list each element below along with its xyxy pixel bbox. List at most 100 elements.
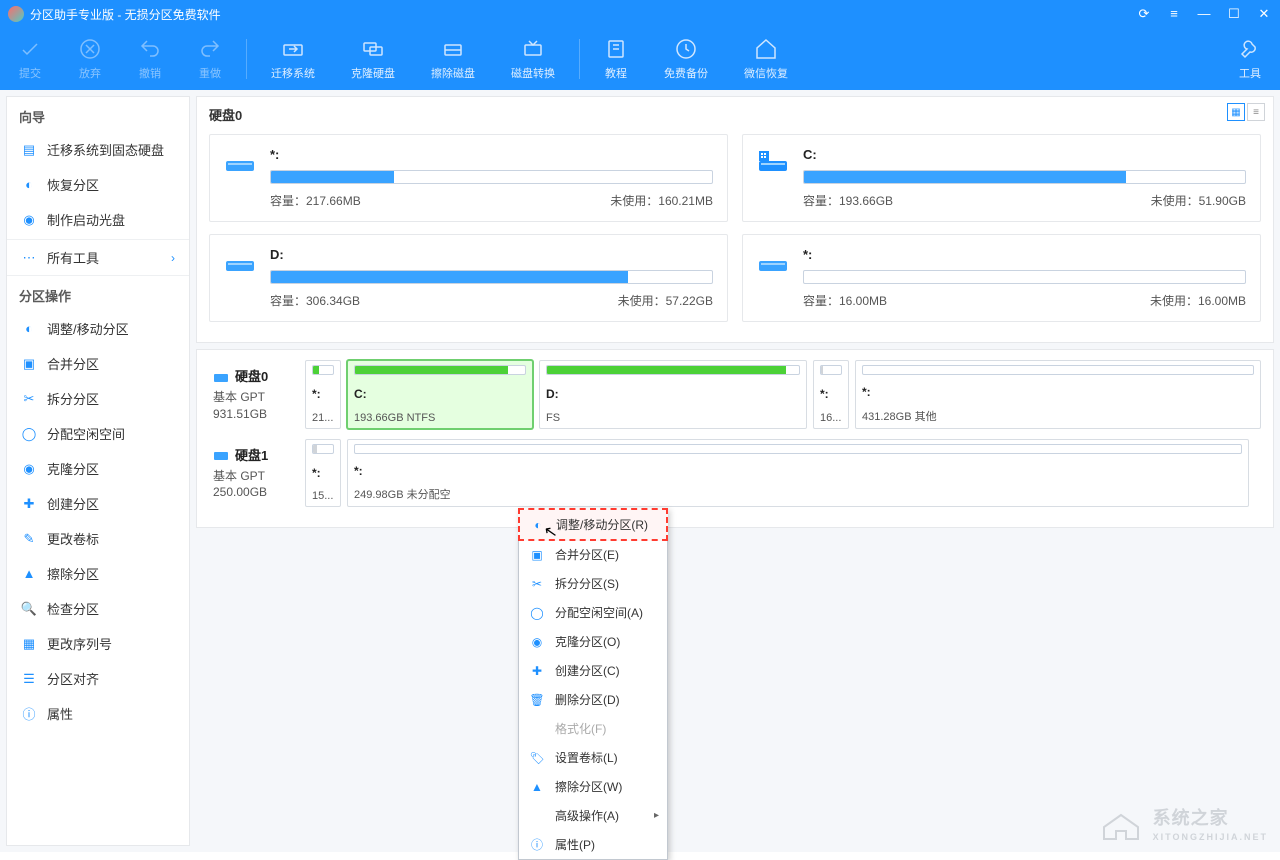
- op-item[interactable]: ☰分区对齐: [7, 661, 189, 696]
- partition-card[interactable]: *: 容量：16.00MB 未使用：16.00MB: [742, 234, 1261, 322]
- maximize-icon[interactable]: ☐: [1226, 6, 1242, 22]
- disk-cards-area: 硬盘0 ▦ ≡ *: 容量：217.66MB 未使用：160.21MB: [196, 96, 1274, 343]
- disk-info[interactable]: 硬盘0基本 GPT931.51GB: [209, 360, 299, 429]
- menu-item-icon: ◉: [529, 634, 545, 650]
- tools-button[interactable]: 工具: [1220, 28, 1280, 90]
- op-item[interactable]: ⓘ属性: [7, 696, 189, 731]
- unused-label: 未使用：160.21MB: [610, 192, 713, 209]
- partition-card[interactable]: *: 容量：217.66MB 未使用：160.21MB: [209, 134, 728, 222]
- op-icon: ☰: [21, 671, 37, 687]
- context-menu-item[interactable]: 高级操作(A)▸: [519, 801, 667, 830]
- context-menu-item[interactable]: 🗑删除分区(D): [519, 685, 667, 714]
- op-item[interactable]: ▦更改序列号: [7, 626, 189, 661]
- menu-item-icon: ✂: [529, 576, 545, 592]
- wizard-item[interactable]: ◐恢复分区: [7, 167, 189, 202]
- all-tools-item[interactable]: ⋯ 所有工具 ›: [7, 239, 189, 276]
- menu-item-icon: [529, 721, 545, 737]
- context-menu-item[interactable]: ◉克隆分区(O): [519, 627, 667, 656]
- partition-block[interactable]: *:16...: [813, 360, 849, 429]
- tutorial-button[interactable]: 教程: [586, 28, 646, 90]
- clone-icon: [361, 37, 385, 61]
- partition-block[interactable]: *:15...: [305, 439, 341, 508]
- partition-bar: [312, 444, 334, 454]
- op-item[interactable]: ✚创建分区: [7, 486, 189, 521]
- context-menu-item[interactable]: ◯分配空闲空间(A): [519, 598, 667, 627]
- list-view-icon[interactable]: ≡: [1247, 103, 1265, 121]
- usage-bar: [803, 270, 1246, 284]
- disk-row: 硬盘1基本 GPT250.00GB*:15...*:249.98GB 未分配空: [209, 439, 1261, 508]
- partition-block[interactable]: *:249.98GB 未分配空: [347, 439, 1249, 508]
- convert-disk-button[interactable]: 磁盘转换: [493, 28, 573, 90]
- title-bar: 分区助手专业版 - 无损分区免费软件 ⟳ ≡ — ☐ ✕: [0, 0, 1280, 28]
- wechat-recover-button[interactable]: 微信恢复: [726, 28, 806, 90]
- unused-label: 未使用：51.90GB: [1151, 192, 1246, 209]
- op-item[interactable]: ◐调整/移动分区: [7, 311, 189, 346]
- close-icon[interactable]: ✕: [1256, 6, 1272, 22]
- menu-item-icon: [529, 808, 545, 824]
- grid-view-icon[interactable]: ▦: [1227, 103, 1245, 121]
- capacity-label: 容量：306.34GB: [270, 292, 360, 309]
- context-menu-item[interactable]: 🏷设置卷标(L): [519, 743, 667, 772]
- partition-block[interactable]: *:431.28GB 其他: [855, 360, 1261, 429]
- op-icon: ✚: [21, 496, 37, 512]
- op-item[interactable]: ✂拆分分区: [7, 381, 189, 416]
- undo-button[interactable]: 撤销: [120, 28, 180, 90]
- watermark: 系统之家 XITONGZHIJIA.NET: [1101, 804, 1268, 842]
- toolbar-separator: [246, 39, 247, 79]
- op-item[interactable]: ✎更改卷标: [7, 521, 189, 556]
- disk-info[interactable]: 硬盘1基本 GPT250.00GB: [209, 439, 299, 508]
- op-item[interactable]: ▲擦除分区: [7, 556, 189, 591]
- op-item[interactable]: ◯分配空闲空间: [7, 416, 189, 451]
- partition-card[interactable]: D: 容量：306.34GB 未使用：57.22GB: [209, 234, 728, 322]
- usage-bar: [803, 170, 1246, 184]
- wizard-icon: ◐: [21, 177, 37, 193]
- op-icon: ◐: [21, 321, 37, 337]
- context-menu-item[interactable]: ✂拆分分区(S): [519, 569, 667, 598]
- disk-icon: [213, 446, 229, 462]
- context-menu-item: 格式化(F): [519, 714, 667, 743]
- context-menu-item[interactable]: ◐调整/移动分区(R): [518, 508, 668, 541]
- context-menu-item[interactable]: ▣合并分区(E): [519, 540, 667, 569]
- drive-icon: [757, 149, 789, 173]
- op-item[interactable]: ◉克隆分区: [7, 451, 189, 486]
- commit-button[interactable]: 提交: [0, 28, 60, 90]
- partition-bar: [312, 365, 334, 375]
- minimize-icon[interactable]: —: [1196, 6, 1212, 22]
- partition-block[interactable]: D:FS: [539, 360, 807, 429]
- check-icon: [18, 37, 42, 61]
- wizards-heading: 向导: [7, 97, 189, 132]
- wipe-disk-button[interactable]: 擦除磁盘: [413, 28, 493, 90]
- dots-icon: ⋯: [21, 250, 37, 266]
- context-menu-item[interactable]: ✚创建分区(C): [519, 656, 667, 685]
- wrench-icon: [1238, 37, 1262, 61]
- menu-icon[interactable]: ≡: [1166, 6, 1182, 22]
- capacity-label: 容量：16.00MB: [803, 292, 887, 309]
- backup-button[interactable]: 免费备份: [646, 28, 726, 90]
- wizard-item[interactable]: ▤迁移系统到固态硬盘: [7, 132, 189, 167]
- ops-heading: 分区操作: [7, 276, 189, 311]
- context-menu-item[interactable]: ⓘ属性(P): [519, 830, 667, 859]
- redo-button[interactable]: 重做: [180, 28, 240, 90]
- discard-button[interactable]: 放弃: [60, 28, 120, 90]
- migrate-os-button[interactable]: 迁移系统: [253, 28, 333, 90]
- backup-icon: [674, 37, 698, 61]
- partition-block[interactable]: C:193.66GB NTFS: [347, 360, 533, 429]
- wizard-item[interactable]: ◉制作启动光盘: [7, 202, 189, 237]
- partition-block[interactable]: *:21...: [305, 360, 341, 429]
- card-name: C:: [803, 147, 1246, 162]
- menu-item-icon: ⓘ: [529, 837, 545, 853]
- card-name: D:: [270, 247, 713, 262]
- refresh-icon[interactable]: ⟳: [1136, 6, 1152, 22]
- cancel-icon: [78, 37, 102, 61]
- capacity-label: 容量：217.66MB: [270, 192, 361, 209]
- drive-icon: [757, 249, 789, 273]
- disk-layout-section: 硬盘0基本 GPT931.51GB*:21...C:193.66GB NTFSD…: [196, 349, 1274, 528]
- clone-disk-button[interactable]: 克隆硬盘: [333, 28, 413, 90]
- context-menu-item[interactable]: ▲擦除分区(W): [519, 772, 667, 801]
- partition-card[interactable]: C: 容量：193.66GB 未使用：51.90GB: [742, 134, 1261, 222]
- op-icon: ◯: [21, 426, 37, 442]
- undo-icon: [138, 37, 162, 61]
- eraser-icon: [441, 37, 465, 61]
- op-item[interactable]: ▣合并分区: [7, 346, 189, 381]
- op-item[interactable]: 🔍检查分区: [7, 591, 189, 626]
